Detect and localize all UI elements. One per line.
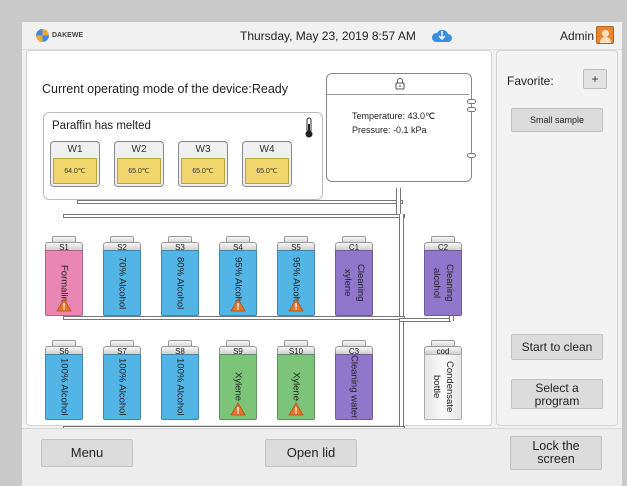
wax-bath-name: W1 bbox=[67, 144, 83, 155]
brand-logo: DAKEWE bbox=[36, 29, 83, 42]
warning-icon bbox=[230, 402, 246, 416]
bottle-s3[interactable]: S3 80% Alcohol bbox=[160, 236, 200, 316]
bottle-reagent: Cleaning xylene bbox=[342, 264, 366, 302]
wax-bath-name: W4 bbox=[259, 144, 275, 155]
bottle-reagent: 100% Alcohol bbox=[58, 358, 70, 416]
bottle-reagent: Condensate bottle bbox=[431, 361, 455, 413]
bottle-reagent: Cleaning water bbox=[348, 355, 360, 419]
lock-icon bbox=[395, 78, 405, 90]
operating-mode-text: Current operating mode of the device:Rea… bbox=[42, 82, 288, 96]
bottle-reagent: 100% Alcohol bbox=[116, 358, 128, 416]
bottle-c2[interactable]: C2 Cleaning alcohol bbox=[423, 236, 463, 316]
main-panel: Current operating mode of the device:Rea… bbox=[26, 50, 492, 430]
app-window: DAKEWE Thursday, May 23, 2019 8:57 AM Ad… bbox=[22, 22, 622, 486]
retort-panel[interactable]: Temperature: 43.0℃ Pressure: -0.1 kPa bbox=[326, 73, 476, 182]
open-lid-button[interactable]: Open lid bbox=[265, 439, 357, 467]
favorite-program-button[interactable]: Small sample bbox=[511, 108, 603, 132]
bottle-s10[interactable]: S10 Xylene bbox=[276, 340, 316, 420]
right-panel: Favorite: + Small sample Start to clean … bbox=[496, 50, 618, 426]
user-name: Admin bbox=[559, 29, 594, 43]
bottle-s7[interactable]: S7 100% Alcohol bbox=[102, 340, 142, 420]
pipe bbox=[63, 316, 405, 320]
logo-mark-icon bbox=[36, 29, 49, 42]
wax-bath-w3[interactable]: W3 65.0℃ bbox=[178, 141, 228, 187]
retort-lid-line bbox=[327, 94, 469, 95]
pipe bbox=[63, 214, 405, 218]
wax-bath-w2[interactable]: W2 65.0℃ bbox=[114, 141, 164, 187]
wax-bath-temp: 65.0℃ bbox=[117, 158, 161, 184]
wax-bath-temp: 65.0℃ bbox=[181, 158, 225, 184]
bottle-s2[interactable]: S2 70% Alcohol bbox=[102, 236, 142, 316]
select-program-line2: program bbox=[534, 394, 580, 408]
wax-bath-w1[interactable]: W1 64.0℃ bbox=[50, 141, 100, 187]
bottle-c3[interactable]: C3 Cleaning water bbox=[334, 340, 374, 420]
wax-bath-name: W2 bbox=[131, 144, 147, 155]
warning-icon bbox=[230, 298, 246, 312]
wax-bath-w4[interactable]: W4 65.0℃ bbox=[242, 141, 292, 187]
favorite-label: Favorite: bbox=[507, 74, 554, 88]
start-clean-button[interactable]: Start to clean bbox=[511, 334, 603, 360]
bottom-bar: Menu Open lid Lock the screen bbox=[22, 428, 622, 486]
bottle-s9[interactable]: S9 Xylene bbox=[218, 340, 258, 420]
wax-bath-temp: 65.0℃ bbox=[245, 158, 289, 184]
wax-bath-temp: 64.0℃ bbox=[53, 158, 97, 184]
bottle-s8[interactable]: S8 100% Alcohol bbox=[160, 340, 200, 420]
warning-icon bbox=[56, 298, 72, 312]
menu-button[interactable]: Menu bbox=[41, 439, 133, 467]
bottle-c1[interactable]: C1 Cleaning xylene bbox=[334, 236, 374, 316]
thermometer-icon bbox=[305, 117, 313, 138]
datetime: Thursday, May 23, 2019 8:57 AM bbox=[240, 29, 416, 43]
bottle-s5[interactable]: S5 95% Alcohol bbox=[276, 236, 316, 316]
retort-handle bbox=[467, 107, 476, 112]
paraffin-status: Paraffin has melted bbox=[52, 120, 151, 132]
retort-handle bbox=[467, 153, 476, 158]
retort-handle bbox=[467, 99, 476, 104]
warning-icon bbox=[288, 402, 304, 416]
bottle-reagent: 80% Alcohol bbox=[174, 256, 186, 310]
add-favorite-button[interactable]: + bbox=[583, 69, 607, 89]
bottle-condensate[interactable]: cod Condensate bottle bbox=[423, 340, 463, 420]
cloud-icon[interactable] bbox=[431, 27, 453, 43]
bottle-s1[interactable]: S1 Formalin bbox=[44, 236, 84, 316]
bottle-reagent: Cleaning alcohol bbox=[431, 264, 455, 302]
retort-pressure: Pressure: -0.1 kPa bbox=[352, 125, 427, 135]
warning-icon bbox=[288, 298, 304, 312]
bottle-s4[interactable]: S4 95% Alcohol bbox=[218, 236, 258, 316]
top-bar: DAKEWE Thursday, May 23, 2019 8:57 AM Ad… bbox=[22, 22, 622, 50]
bottle-reagent: 70% Alcohol bbox=[116, 256, 128, 310]
paraffin-panel: Paraffin has melted W1 64.0℃ W2 65.0℃ W3… bbox=[43, 112, 323, 200]
bottle-reagent: 100% Alcohol bbox=[174, 358, 186, 416]
lock-screen-button[interactable]: Lock the screen bbox=[510, 436, 602, 470]
wax-bath-name: W3 bbox=[195, 144, 211, 155]
logo-text: DAKEWE bbox=[52, 32, 84, 39]
select-program-button[interactable]: Select a program bbox=[511, 379, 603, 409]
bottle-s6[interactable]: S6 100% Alcohol bbox=[44, 340, 84, 420]
pipe bbox=[399, 318, 451, 322]
retort-temperature: Temperature: 43.0℃ bbox=[352, 111, 436, 121]
lock-screen-line2: screen bbox=[537, 452, 575, 466]
pipe bbox=[77, 200, 403, 204]
avatar-icon[interactable] bbox=[596, 26, 614, 44]
